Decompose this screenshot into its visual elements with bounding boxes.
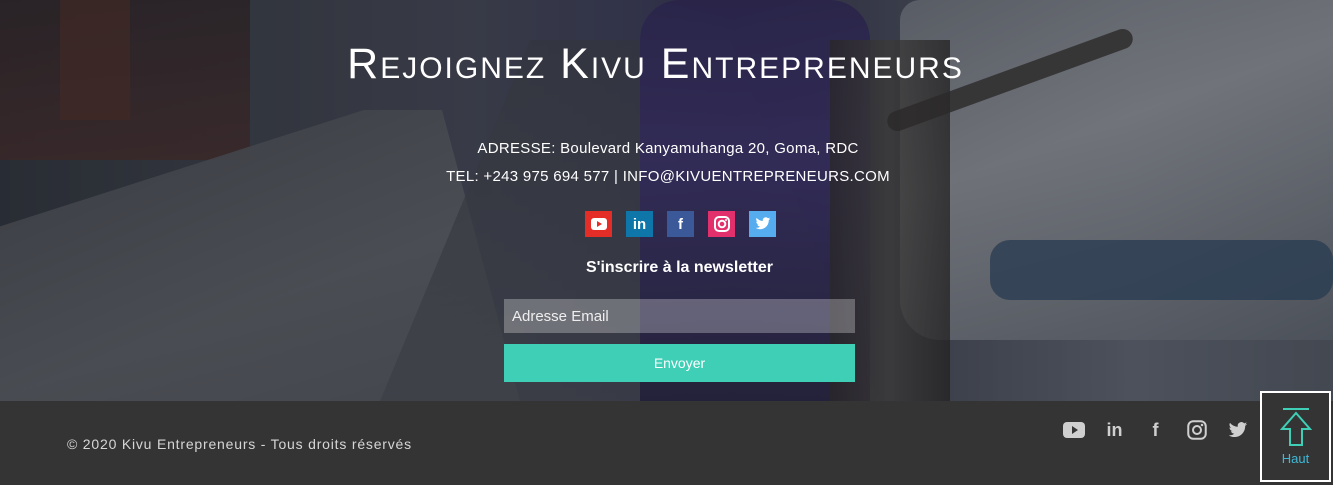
email-field[interactable]	[504, 299, 855, 333]
footer-social-bar: in f	[1062, 419, 1249, 441]
linkedin-icon[interactable]: in	[1103, 419, 1126, 441]
hero-banner: Rejoignez Kivu Entrepreneurs ADRESSE: Bo…	[0, 0, 1333, 401]
contact-text[interactable]: TEL: +243 975 694 577 | INFO@KIVUENTREPR…	[0, 168, 1333, 185]
arrow-up-icon	[1279, 408, 1312, 446]
send-button[interactable]: Envoyer	[504, 344, 855, 382]
facebook-icon[interactable]: f	[1144, 419, 1167, 441]
twitter-icon[interactable]	[1226, 419, 1249, 441]
twitter-icon[interactable]	[749, 211, 776, 237]
facebook-icon[interactable]: f	[667, 211, 694, 237]
linkedin-icon[interactable]: in	[626, 211, 653, 237]
copyright-text: © 2020 Kivu Entrepreneurs - Tous droits …	[67, 436, 412, 452]
social-bar: in f	[585, 211, 776, 237]
back-to-top-label: Haut	[1281, 451, 1310, 466]
page-title: Rejoignez Kivu Entrepreneurs	[347, 40, 964, 88]
newsletter-label: S'inscrire à la newsletter	[585, 259, 773, 276]
youtube-icon[interactable]	[585, 211, 612, 237]
instagram-icon[interactable]	[1185, 419, 1208, 441]
instagram-icon[interactable]	[708, 211, 735, 237]
address-text: ADRESSE: Boulevard Kanyamuhanga 20, Goma…	[477, 140, 859, 157]
footer: © 2020 Kivu Entrepreneurs - Tous droits …	[0, 401, 1333, 485]
youtube-icon[interactable]	[1062, 419, 1085, 441]
back-to-top-button[interactable]: Haut	[1260, 391, 1331, 482]
